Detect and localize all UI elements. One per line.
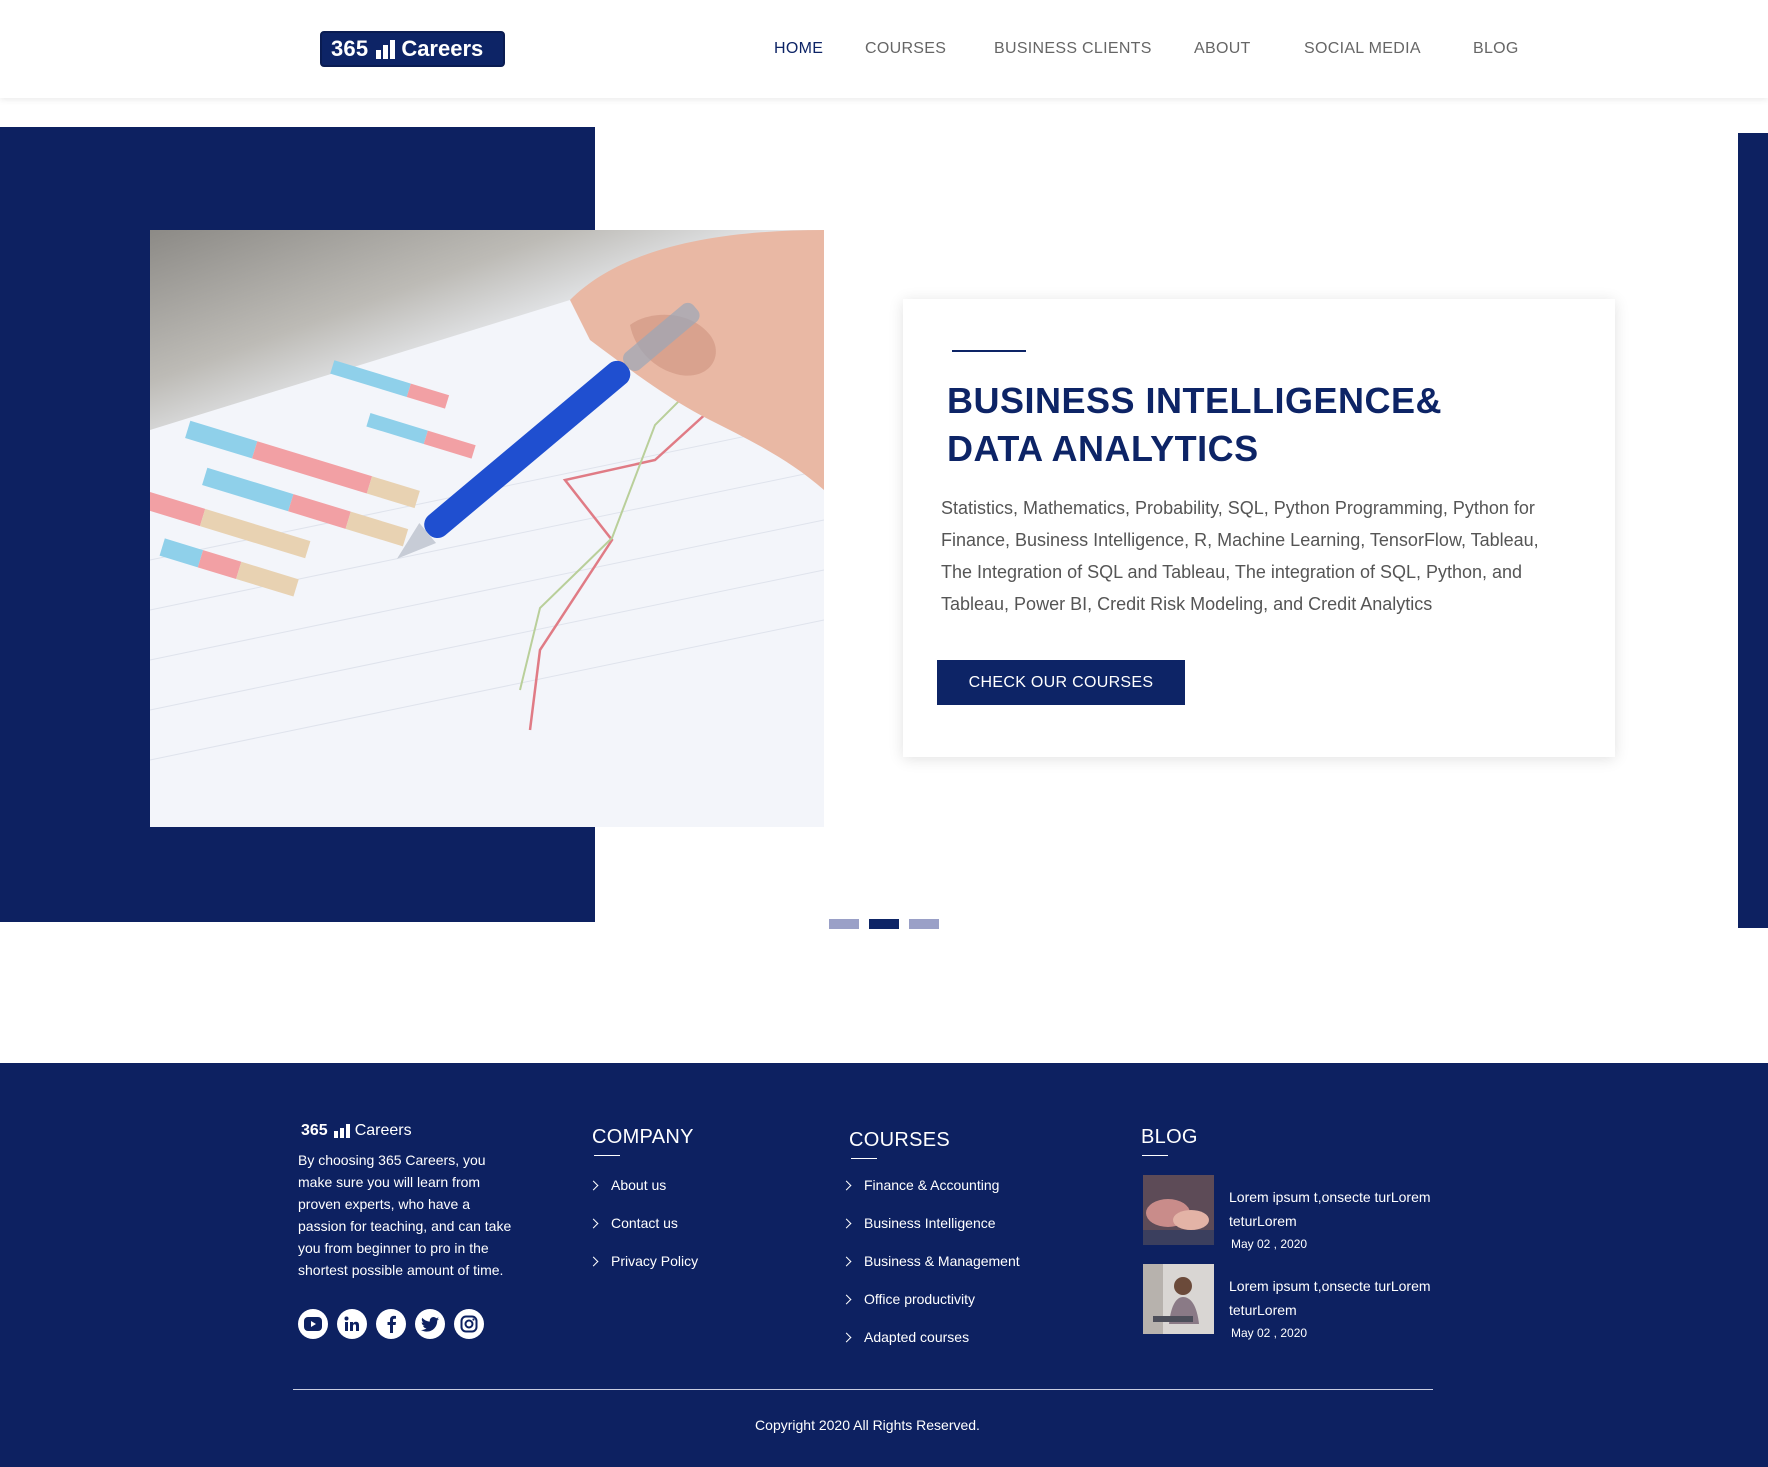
nav-business-clients[interactable]: BUSINESS CLIENTS <box>994 40 1152 58</box>
hero-title: BUSINESS INTELLIGENCE& DATA ANALYTICS <box>947 377 1547 473</box>
nav-home[interactable]: HOME <box>774 40 823 58</box>
chevron-right-icon <box>841 1218 852 1228</box>
copyright-text: Copyright 2020 All Rights Reserved. <box>755 1417 980 1433</box>
link-label: Adapted courses <box>864 1329 970 1345</box>
logo-word: Careers <box>401 36 484 61</box>
chevron-right-icon <box>841 1180 852 1190</box>
chevron-right-icon <box>841 1256 852 1266</box>
nav-blog[interactable]: BLOG <box>1473 40 1519 58</box>
link-finance-accounting[interactable]: Finance & Accounting <box>841 1177 1000 1193</box>
hero-title-line1: BUSINESS INTELLIGENCE& <box>947 380 1443 421</box>
slide-dot-2[interactable] <box>869 919 899 929</box>
link-adapted-courses[interactable]: Adapted courses <box>841 1329 970 1345</box>
logo-number: 365 <box>331 36 369 61</box>
chevron-right-icon <box>841 1332 852 1342</box>
hero-description: Statistics, Mathematics, Probability, SQ… <box>941 498 1539 614</box>
chevron-right-icon <box>841 1294 852 1304</box>
footer-divider <box>293 1389 1433 1390</box>
chevron-right-icon <box>588 1180 599 1190</box>
nav-social-media[interactable]: SOCIAL MEDIA <box>1304 40 1421 58</box>
blog-post-thumbnail[interactable] <box>1143 1264 1214 1334</box>
twitter-icon[interactable] <box>415 1309 445 1339</box>
hero-card: BUSINESS INTELLIGENCE& DATA ANALYTICS St… <box>903 299 1615 757</box>
check-courses-button[interactable]: CHECK OUR COURSES <box>937 660 1185 705</box>
blog-post-title[interactable]: Lorem ipsum t,onsecte turLorem teturLore… <box>1229 1185 1443 1233</box>
bar-chart-icon <box>376 39 396 59</box>
link-label: Business Intelligence <box>864 1215 996 1231</box>
blog-heading-underline <box>1142 1155 1168 1156</box>
brand-logo[interactable]: 365 Careers <box>320 31 505 67</box>
link-office-productivity[interactable]: Office productivity <box>841 1291 976 1307</box>
chevron-right-icon <box>588 1218 599 1228</box>
slide-dot-1[interactable] <box>829 919 859 929</box>
link-label: Privacy Policy <box>611 1253 699 1269</box>
blog-post-title[interactable]: Lorem ipsum t,onsecte turLorem teturLore… <box>1229 1274 1443 1322</box>
site-header: 365 Careers HOME COURSES BUSINESS CLIENT… <box>0 0 1768 98</box>
nav-about[interactable]: ABOUT <box>1194 40 1251 58</box>
courses-heading: COURSES <box>849 1129 951 1151</box>
nav-courses[interactable]: COURSES <box>865 40 946 58</box>
slide-dot-3[interactable] <box>909 919 939 929</box>
blog-post-thumbnail[interactable] <box>1143 1175 1214 1245</box>
blog-post-date: May 02 , 2020 <box>1231 1237 1308 1251</box>
link-contact-us[interactable]: Contact us <box>588 1215 678 1231</box>
hero-title-line2: DATA ANALYTICS <box>947 428 1259 469</box>
chart-on-paper-illustration <box>150 230 824 827</box>
youtube-icon[interactable] <box>298 1309 328 1339</box>
company-heading: COMPANY <box>592 1126 694 1148</box>
footer-logo-number: 365 <box>301 1122 328 1139</box>
blog-heading: BLOG <box>1141 1126 1198 1148</box>
courses-heading-underline <box>851 1158 877 1159</box>
link-label: About us <box>611 1177 667 1193</box>
facebook-icon[interactable] <box>376 1309 406 1339</box>
link-business-intelligence[interactable]: Business Intelligence <box>841 1215 996 1231</box>
hero-backdrop-right <box>1738 133 1768 928</box>
company-heading-underline <box>594 1155 620 1156</box>
link-label: Office productivity <box>864 1291 976 1307</box>
footer-logo[interactable]: 365 Careers <box>301 1122 412 1140</box>
bar-chart-icon <box>333 1124 350 1138</box>
instagram-icon[interactable] <box>454 1309 484 1339</box>
link-business-management[interactable]: Business & Management <box>841 1253 1020 1269</box>
hero-image <box>150 230 824 827</box>
link-label: Finance & Accounting <box>864 1177 1000 1193</box>
link-label: Business & Management <box>864 1253 1020 1269</box>
linkedin-icon[interactable] <box>337 1309 367 1339</box>
social-links <box>298 1309 484 1339</box>
link-privacy-policy[interactable]: Privacy Policy <box>588 1253 699 1269</box>
link-label: Contact us <box>611 1215 678 1231</box>
site-footer: 365 Careers By choosing 365 Careers, you… <box>0 1063 1768 1467</box>
footer-about-text: By choosing 365 Careers, you make sure y… <box>298 1152 512 1278</box>
chevron-right-icon <box>588 1256 599 1266</box>
footer-logo-word: Careers <box>354 1122 412 1139</box>
slider-indicators <box>829 919 939 929</box>
blog-post-date: May 02 , 2020 <box>1231 1326 1308 1340</box>
link-about-us[interactable]: About us <box>588 1177 667 1193</box>
title-accent-line <box>952 350 1026 352</box>
